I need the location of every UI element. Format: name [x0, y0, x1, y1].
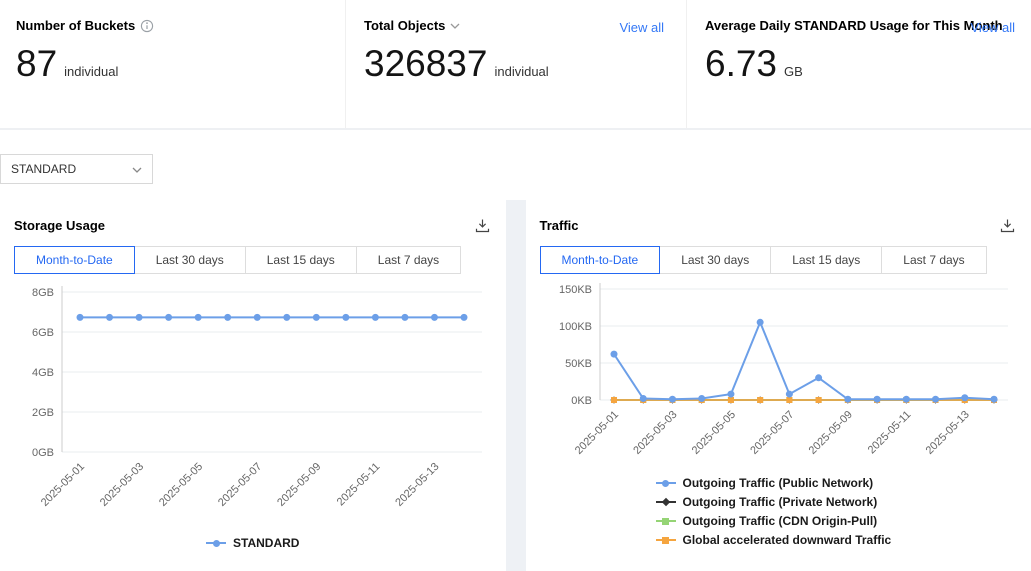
legend-label: Global accelerated downward Traffic	[683, 533, 892, 547]
svg-text:150KB: 150KB	[558, 284, 591, 296]
svg-text:2025-05-13: 2025-05-13	[923, 409, 971, 457]
storage-usage-tabs: Month-to-Date Last 30 days Last 15 days …	[14, 246, 492, 274]
traffic-card: Traffic Month-to-Date Last 30 days Last …	[526, 200, 1031, 571]
legend-item-private-network[interactable]: Outgoing Traffic (Private Network)	[656, 495, 1018, 509]
svg-text:2025-05-11: 2025-05-11	[335, 461, 383, 509]
svg-text:0GB: 0GB	[32, 447, 54, 459]
objects-value: 326837	[364, 45, 487, 82]
stat-card-objects: Total Objects View all 326837 individual	[345, 0, 686, 128]
svg-text:2025-05-01: 2025-05-01	[39, 461, 87, 509]
tab-last-7-days[interactable]: Last 7 days	[881, 246, 986, 274]
svg-text:2025-05-07: 2025-05-07	[216, 461, 264, 509]
svg-text:2025-05-05: 2025-05-05	[157, 461, 205, 509]
cos-dashboard: Number of Buckets 87 individual Total Ob…	[0, 0, 1031, 571]
legend-marker-diamond	[656, 497, 676, 507]
svg-text:4GB: 4GB	[32, 367, 54, 379]
usage-value: 6.73	[705, 45, 777, 82]
legend-label: Outgoing Traffic (CDN Origin-Pull)	[683, 514, 878, 528]
objects-title: Total Objects	[364, 18, 445, 33]
svg-text:2025-05-09: 2025-05-09	[275, 461, 323, 509]
usage-view-all-link[interactable]: View all	[970, 20, 1015, 35]
traffic-legend: Outgoing Traffic (Public Network) Outgoi…	[656, 476, 1018, 547]
tab-last-7-days[interactable]: Last 7 days	[356, 246, 461, 274]
svg-text:100KB: 100KB	[558, 321, 591, 333]
legend-marker-circle	[206, 538, 226, 548]
traffic-title: Traffic	[540, 218, 579, 233]
info-icon[interactable]	[140, 19, 154, 33]
svg-text:2025-05-03: 2025-05-03	[631, 409, 679, 457]
tab-month-to-date[interactable]: Month-to-Date	[14, 246, 135, 274]
tab-month-to-date[interactable]: Month-to-Date	[540, 246, 661, 274]
svg-text:2GB: 2GB	[32, 407, 54, 419]
tab-last-30-days[interactable]: Last 30 days	[659, 246, 771, 274]
download-icon[interactable]	[473, 216, 492, 235]
filter-row: STANDARD	[0, 130, 1031, 200]
stat-card-usage: Average Daily STANDARD Usage for This Mo…	[686, 0, 1031, 128]
legend-marker-square	[656, 516, 676, 526]
svg-text:2025-05-11: 2025-05-11	[865, 409, 913, 457]
svg-text:2025-05-05: 2025-05-05	[689, 409, 737, 457]
buckets-value: 87	[16, 45, 57, 82]
objects-unit: individual	[494, 64, 548, 79]
svg-text:6GB: 6GB	[32, 327, 54, 339]
svg-text:50KB: 50KB	[565, 358, 592, 370]
storage-usage-card: Storage Usage Month-to-Date Last 30 days…	[0, 200, 506, 571]
legend-marker-circle	[656, 478, 676, 488]
storage-usage-legend: STANDARD	[14, 536, 492, 550]
legend-marker-square	[656, 535, 676, 545]
svg-text:2025-05-09: 2025-05-09	[806, 409, 854, 457]
download-icon[interactable]	[998, 216, 1017, 235]
traffic-tabs: Month-to-Date Last 30 days Last 15 days …	[540, 246, 1018, 274]
storage-usage-title: Storage Usage	[14, 218, 105, 233]
stats-band: Number of Buckets 87 individual Total Ob…	[0, 0, 1031, 128]
select-chevron-down-icon	[132, 162, 142, 176]
legend-item-standard[interactable]: STANDARD	[206, 536, 299, 550]
svg-text:2025-05-13: 2025-05-13	[393, 461, 441, 509]
tab-last-15-days[interactable]: Last 15 days	[770, 246, 882, 274]
storage-class-select-value: STANDARD	[11, 162, 76, 176]
svg-text:0KB: 0KB	[571, 395, 592, 407]
stat-card-buckets: Number of Buckets 87 individual	[0, 0, 345, 128]
traffic-chart: 0KB50KB100KB150KB2025-05-012025-05-03202…	[540, 280, 1017, 470]
charts-row: Storage Usage Month-to-Date Last 30 days…	[0, 200, 1031, 571]
storage-usage-chart: 0GB2GB4GB6GB8GB2025-05-012025-05-032025-…	[14, 280, 491, 536]
legend-item-public-network[interactable]: Outgoing Traffic (Public Network)	[656, 476, 1018, 490]
chevron-down-icon[interactable]	[450, 23, 460, 29]
legend-item-global-accelerated[interactable]: Global accelerated downward Traffic	[656, 533, 1018, 547]
buckets-unit: individual	[64, 64, 118, 79]
legend-label: Outgoing Traffic (Public Network)	[683, 476, 874, 490]
svg-text:2025-05-03: 2025-05-03	[98, 461, 146, 509]
storage-class-select[interactable]: STANDARD	[0, 154, 153, 184]
legend-item-cdn-origin-pull[interactable]: Outgoing Traffic (CDN Origin-Pull)	[656, 514, 1018, 528]
buckets-title: Number of Buckets	[16, 18, 135, 33]
objects-view-all-link[interactable]: View all	[619, 20, 664, 35]
tab-last-30-days[interactable]: Last 30 days	[134, 246, 246, 274]
svg-text:2025-05-07: 2025-05-07	[748, 409, 796, 457]
svg-text:2025-05-01: 2025-05-01	[572, 409, 620, 457]
usage-unit: GB	[784, 64, 803, 79]
tab-last-15-days[interactable]: Last 15 days	[245, 246, 357, 274]
usage-title: Average Daily STANDARD Usage for This Mo…	[705, 18, 1003, 33]
svg-text:8GB: 8GB	[32, 287, 54, 299]
legend-label: Outgoing Traffic (Private Network)	[683, 495, 878, 509]
legend-label: STANDARD	[233, 536, 299, 550]
